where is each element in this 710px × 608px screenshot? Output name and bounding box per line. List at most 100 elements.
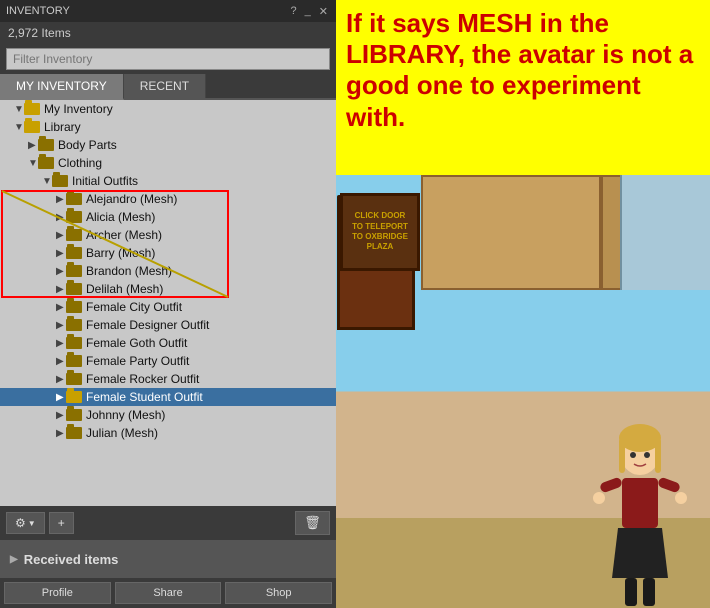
arrow-female-rocker: ▶ xyxy=(56,374,66,385)
tree-item-initial-outfits[interactable]: ▼ Initial Outfits xyxy=(0,172,336,190)
folder-icon-julian xyxy=(66,427,82,439)
tree-label-brandon-mesh: Brandon (Mesh) xyxy=(86,264,172,278)
folder-icon-female-student xyxy=(66,391,82,403)
annotation-text: If it says MESH in the LIBRARY, the avat… xyxy=(346,8,693,132)
tab-bar: MY INVENTORY RECENT xyxy=(0,74,336,100)
tree-label-female-designer-outfit: Female Designer Outfit xyxy=(86,318,209,332)
arrow-johnny: ▶ xyxy=(56,410,66,421)
arrow-initial-outfits: ▼ xyxy=(42,176,52,187)
tree-item-body-parts[interactable]: ▶ Body Parts xyxy=(0,136,336,154)
tree-item-female-rocker-outfit[interactable]: ▶ Female Rocker Outfit xyxy=(0,370,336,388)
tree-label-johnny-mesh: Johnny (Mesh) xyxy=(86,408,165,422)
wall-panel-left xyxy=(421,175,601,290)
folder-icon-archer xyxy=(66,229,82,241)
help-button[interactable]: ? xyxy=(289,5,299,18)
tree-item-female-student-outfit[interactable]: ▶ Female Student Outfit xyxy=(0,388,336,406)
folder-icon-my-inventory xyxy=(24,103,40,115)
tree-label-initial-outfits: Initial Outfits xyxy=(72,174,138,188)
folder-icon-library xyxy=(24,121,40,133)
tree-label-alicia-mesh: Alicia (Mesh) xyxy=(86,210,155,224)
profile-button[interactable]: Profile xyxy=(4,582,111,604)
building-right xyxy=(620,175,710,290)
tab-my-inventory[interactable]: MY INVENTORY xyxy=(0,74,124,100)
arrow-female-goth: ▶ xyxy=(56,338,66,349)
teleport-sign-text: Click Door to Teleport to Oxbridge Plaza xyxy=(352,211,408,253)
tree-label-alejandro-mesh: Alejandro (Mesh) xyxy=(86,192,177,206)
folder-icon-female-party xyxy=(66,355,82,367)
gear-dropdown-icon: ▼ xyxy=(28,519,36,528)
arrow-female-city: ▶ xyxy=(56,302,66,313)
folder-icon-barry xyxy=(66,247,82,259)
arrow-alejandro: ▶ xyxy=(56,194,66,205)
search-bar xyxy=(0,44,336,74)
folder-icon-clothing xyxy=(38,157,54,169)
gear-icon: ⚙ xyxy=(15,516,26,530)
title-bar: INVENTORY ? _ ✕ xyxy=(0,0,336,22)
folder-icon-female-designer xyxy=(66,319,82,331)
tree-label-julian-mesh: Julian (Mesh) xyxy=(86,426,158,440)
tree-item-library[interactable]: ▼ Library xyxy=(0,118,336,136)
tree-label-female-goth-outfit: Female Goth Outfit xyxy=(86,336,187,350)
tree-item-alicia-mesh[interactable]: ▶ Alicia (Mesh) xyxy=(0,208,336,226)
received-items-label: Received items xyxy=(24,552,119,567)
plus-icon: + xyxy=(58,516,65,530)
tree-item-female-goth-outfit[interactable]: ▶ Female Goth Outfit xyxy=(0,334,336,352)
tree-item-archer-mesh[interactable]: ▶ Archer (Mesh) xyxy=(0,226,336,244)
trash-icon: 🗑 xyxy=(304,515,321,530)
shop-button[interactable]: Shop xyxy=(225,582,332,604)
tree-item-barry-mesh[interactable]: ▶ Barry (Mesh) xyxy=(0,244,336,262)
arrow-alicia: ▶ xyxy=(56,212,66,223)
minimize-button[interactable]: _ xyxy=(303,5,313,18)
close-button[interactable]: ✕ xyxy=(317,5,330,18)
trash-button[interactable]: 🗑 xyxy=(295,511,330,535)
tree-label-female-party-outfit: Female Party Outfit xyxy=(86,354,189,368)
received-items-row[interactable]: ▶ Received items xyxy=(0,540,336,578)
tree-item-alejandro-mesh[interactable]: ▶ Alejandro (Mesh) xyxy=(0,190,336,208)
arrow-body-parts: ▶ xyxy=(28,140,38,151)
folder-icon-alicia xyxy=(66,211,82,223)
arrow-female-party: ▶ xyxy=(56,356,66,367)
folder-icon-brandon xyxy=(66,265,82,277)
arrow-female-designer: ▶ xyxy=(56,320,66,331)
tab-recent[interactable]: RECENT xyxy=(124,74,206,98)
tree-item-female-designer-outfit[interactable]: ▶ Female Designer Outfit xyxy=(0,316,336,334)
tree-label-clothing: Clothing xyxy=(58,156,102,170)
arrow-delilah: ▶ xyxy=(56,284,66,295)
tree-label-barry-mesh: Barry (Mesh) xyxy=(86,246,155,260)
folder-icon-body-parts xyxy=(38,139,54,151)
bottom-buttons-bar: Profile Share Shop xyxy=(0,578,336,608)
tree-label-female-student-outfit: Female Student Outfit xyxy=(86,390,203,404)
folder-icon-female-rocker xyxy=(66,373,82,385)
tree-item-brandon-mesh[interactable]: ▶ Brandon (Mesh) xyxy=(0,262,336,280)
tree-label-delilah-mesh: Delilah (Mesh) xyxy=(86,282,163,296)
tree-label-archer-mesh: Archer (Mesh) xyxy=(86,228,162,242)
arrow-my-inventory: ▼ xyxy=(14,104,24,115)
add-button[interactable]: + xyxy=(49,512,74,534)
arrow-female-student: ▶ xyxy=(56,392,66,403)
folder-icon-delilah xyxy=(66,283,82,295)
inventory-title: INVENTORY xyxy=(6,5,70,17)
tree-item-female-city-outfit[interactable]: ▶ Female City Outfit xyxy=(0,298,336,316)
arrow-brandon: ▶ xyxy=(56,266,66,277)
tree-item-delilah-mesh[interactable]: ▶ Delilah (Mesh) xyxy=(0,280,336,298)
folder-icon-initial-outfits xyxy=(52,175,68,187)
bottom-toolbar: ⚙ ▼ + 🗑 xyxy=(0,506,336,540)
received-items-arrow: ▶ xyxy=(10,554,18,565)
inventory-tree: ▼ My Inventory ▼ Library ▶ Body Parts ▼ … xyxy=(0,100,336,506)
search-input[interactable] xyxy=(6,48,330,70)
tree-item-female-party-outfit[interactable]: ▶ Female Party Outfit xyxy=(0,352,336,370)
mesh-items-group: ▶ Alejandro (Mesh) ▶ Alicia (Mesh) ▶ Arc… xyxy=(0,190,336,298)
game-view: If it says MESH in the LIBRARY, the avat… xyxy=(336,0,710,608)
tree-item-johnny-mesh[interactable]: ▶ Johnny (Mesh) xyxy=(0,406,336,424)
folder-icon-alejandro xyxy=(66,193,82,205)
gear-button[interactable]: ⚙ ▼ xyxy=(6,512,45,534)
folder-icon-johnny xyxy=(66,409,82,421)
tree-label-female-city-outfit: Female City Outfit xyxy=(86,300,182,314)
tree-label-female-rocker-outfit: Female Rocker Outfit xyxy=(86,372,199,386)
tree-item-julian-mesh[interactable]: ▶ Julian (Mesh) xyxy=(0,424,336,442)
share-button[interactable]: Share xyxy=(115,582,222,604)
arrow-clothing: ▼ xyxy=(28,158,38,169)
tree-item-clothing[interactable]: ▼ Clothing xyxy=(0,154,336,172)
tree-item-my-inventory[interactable]: ▼ My Inventory xyxy=(0,100,336,118)
folder-icon-female-city xyxy=(66,301,82,313)
